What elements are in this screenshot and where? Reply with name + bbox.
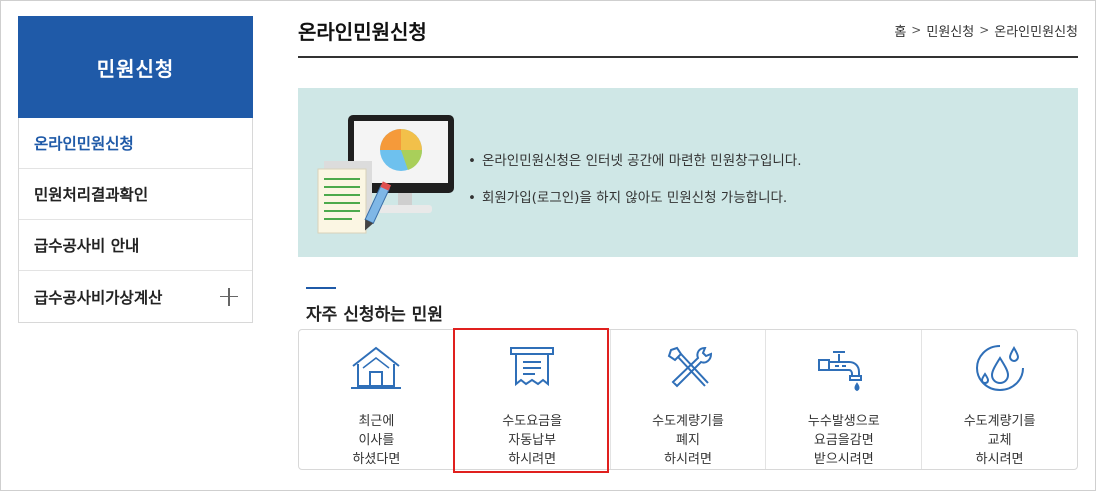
tools-icon [667,346,712,388]
card-label: 수도계량기를 폐지 하시려면 [652,414,724,467]
banner-line: 회원가입(로그인)을 하지 않아도 민원신청 가능합니다. [468,180,802,217]
faucet-icon [817,351,862,392]
sidebar-item-online-application[interactable]: 온라인민원신청 [19,118,252,169]
chevron-right-icon: > [911,23,922,37]
chevron-right-icon: > [979,23,990,37]
page-title: 온라인민원신청 [298,19,427,44]
banner-text: 온라인민원신청은 인터넷 공간에 마련한 민원창구입니다. 회원가입(로그인)을… [468,143,802,217]
card-label: 최근에 이사를 하셨다면 [352,414,401,467]
faq-card-auto-payment[interactable]: 수도요금을 자동납부 하시려면 [455,330,611,469]
breadcrumb: 홈 > 민원신청 > 온라인민원신청 [894,21,1078,40]
sidebar-item-result-check[interactable]: 민원처리결과확인 [19,169,252,220]
computer-document-illustration-icon [317,115,454,234]
sidebar-item-label: 급수공사비가상계산 [34,288,163,307]
water-drops-icon [975,345,1024,392]
plus-icon[interactable] [220,287,238,306]
faq-card-leak-discount[interactable]: 누수발생으로 요금을감면 받으시려면 [766,330,923,469]
breadcrumb-item[interactable]: 민원신청 [926,21,974,40]
breadcrumb-current: 온라인민원신청 [994,24,1078,40]
card-label: 수도계량기를 교체 하시려면 [963,414,1036,467]
main-content: 온라인민원신청 홈 > 민원신청 > 온라인민원신청 • 온라인민원신청은 인터… [298,0,1078,473]
sidebar-item-label: 급수공사비 안내 [34,237,140,255]
info-banner: 온라인민원신청은 인터넷 공간에 마련한 민원창구입니다. 회원가입(로그인)을… [298,88,1078,257]
sidebar-header: 민원신청 [18,16,253,118]
section-accent-line [306,287,336,289]
breadcrumb-home[interactable]: 홈 [894,21,906,40]
title-row: 온라인민원신청 홈 > 민원신청 > 온라인민원신청 [298,0,1078,58]
sidebar-item-fee-calculator[interactable]: 급수공사비가상계산 [19,271,252,322]
card-label: 수도요금을 자동납부 하시려면 [502,414,563,467]
card-label: 누수발생으로 요금을감면 받으시려면 [807,414,880,467]
sidebar-menu: 온라인민원신청 민원처리결과확인 급수공사비 안내 급수공사비가상계산 [18,118,253,323]
faq-card-meter-removal[interactable]: 수도계량기를 폐지 하시려면 [611,330,767,469]
faq-section-title: 자주 신청하는 민원 [306,305,443,325]
receipt-icon [510,347,555,387]
sidebar-item-label: 민원처리결과확인 [34,186,149,204]
banner-line: 온라인민원신청은 인터넷 공간에 마련한 민원창구입니다. [468,143,802,180]
faq-card-moving[interactable]: 최근에 이사를 하셨다면 [299,330,455,469]
sidebar-item-construction-fee-guide[interactable]: 급수공사비 안내 [19,220,252,271]
faq-card-meter-replacement[interactable]: 수도계량기를 교체 하시려면 [922,330,1077,469]
sidebar: 민원신청 온라인민원신청 민원처리결과확인 급수공사비 안내 급수공사비가상계산 [18,16,253,323]
faq-cards: 최근에 이사를 하셨다면 수도요금을 자동납부 하시려면 수도계량기를 폐지 하… [298,329,1078,470]
sidebar-item-label: 온라인민원신청 [34,135,134,153]
house-icon [351,346,402,389]
